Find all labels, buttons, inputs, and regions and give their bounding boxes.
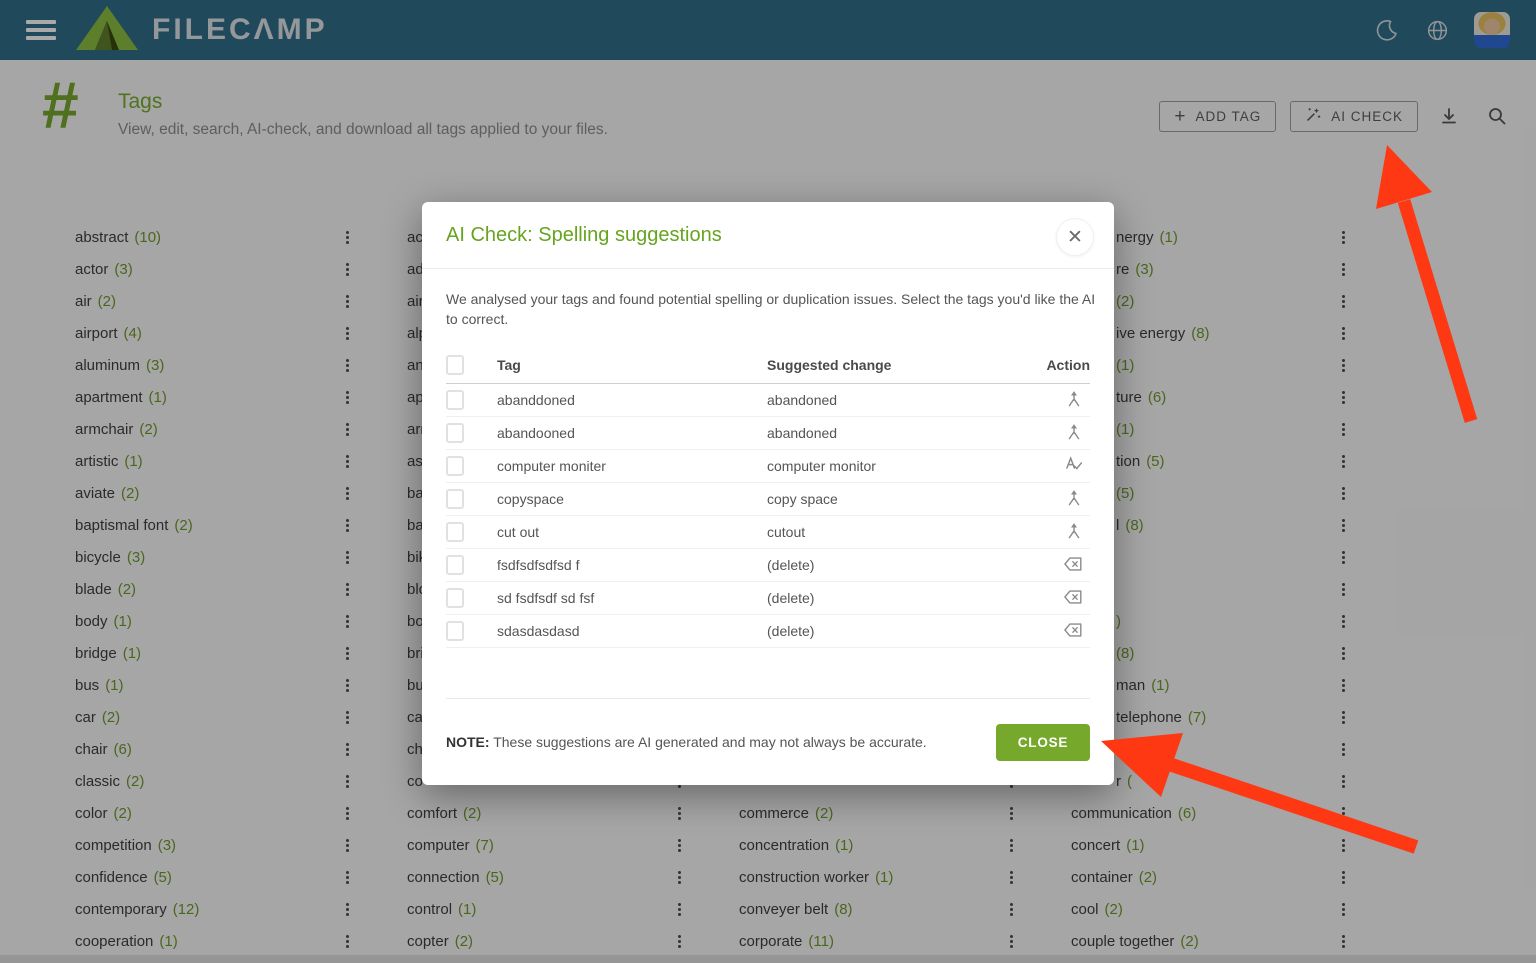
row-checkbox[interactable] bbox=[446, 423, 464, 443]
modal-footer: NOTE: These suggestions are AI generated… bbox=[446, 698, 1090, 785]
close-button[interactable]: CLOSE bbox=[996, 724, 1090, 761]
delete-icon bbox=[1062, 553, 1084, 578]
row-checkbox[interactable] bbox=[446, 456, 464, 476]
tag-cell: sd fsdfsdf sd fsf bbox=[497, 590, 767, 606]
tag-cell: computer moniter bbox=[497, 458, 767, 474]
select-all-checkbox[interactable] bbox=[446, 355, 464, 375]
modal-title: AI Check: Spelling suggestions bbox=[446, 224, 722, 247]
note-text: These suggestions are AI generated and m… bbox=[490, 734, 927, 750]
tag-cell: abanddoned bbox=[497, 392, 767, 408]
merge-icon bbox=[1064, 389, 1084, 412]
tag-cell: cut out bbox=[497, 524, 767, 540]
suggestion-row: sd fsdfsdf sd fsf(delete) bbox=[446, 582, 1090, 615]
filecamp-tags-page: { "colors": { "header_bg": "#2e6f8a", "b… bbox=[0, 0, 1536, 963]
suggestion-cell: abandoned bbox=[767, 392, 1028, 408]
delete-icon bbox=[1062, 619, 1084, 644]
suggestion-cell: cutout bbox=[767, 524, 1028, 540]
suggestion-row: computer monitercomputer monitor bbox=[446, 450, 1090, 483]
suggestion-row: cut outcutout bbox=[446, 516, 1090, 549]
suggestion-cell: (delete) bbox=[767, 623, 1028, 639]
row-checkbox[interactable] bbox=[446, 621, 464, 641]
modal-description: We analysed your tags and found potentia… bbox=[446, 289, 1090, 329]
suggestion-row: fsdfsdfsdfsd f(delete) bbox=[446, 549, 1090, 582]
tag-cell: fsdfsdfsdfsd f bbox=[497, 557, 767, 573]
suggestion-row: abanddonedabandoned bbox=[446, 384, 1090, 417]
row-checkbox[interactable] bbox=[446, 555, 464, 575]
ai-note: NOTE: These suggestions are AI generated… bbox=[446, 734, 927, 750]
modal-header: AI Check: Spelling suggestions bbox=[422, 202, 1114, 269]
suggestion-cell: (delete) bbox=[767, 590, 1028, 606]
tag-cell: copyspace bbox=[497, 491, 767, 507]
suggestion-row: abandoonedabandoned bbox=[446, 417, 1090, 450]
spellcheck-icon bbox=[1063, 454, 1084, 478]
description-line-1: We analysed your tags and found potentia… bbox=[446, 289, 1090, 309]
column-header-action: Action bbox=[1028, 357, 1090, 373]
suggestion-cell: (delete) bbox=[767, 557, 1028, 573]
merge-icon bbox=[1064, 422, 1084, 445]
delete-icon bbox=[1062, 586, 1084, 611]
suggestion-cell: copy space bbox=[767, 491, 1028, 507]
merge-icon bbox=[1064, 521, 1084, 544]
table-header-row: Tag Suggested change Action bbox=[446, 347, 1090, 384]
row-checkbox[interactable] bbox=[446, 588, 464, 608]
suggestion-cell: computer monitor bbox=[767, 458, 1028, 474]
suggestion-row: sdasdasdasd(delete) bbox=[446, 615, 1090, 648]
note-label: NOTE: bbox=[446, 734, 490, 750]
column-header-tag: Tag bbox=[497, 357, 767, 373]
suggestion-row: copyspacecopy space bbox=[446, 483, 1090, 516]
tag-cell: sdasdasdasd bbox=[497, 623, 767, 639]
column-header-suggestion: Suggested change bbox=[767, 357, 1028, 373]
row-checkbox[interactable] bbox=[446, 522, 464, 542]
ai-check-modal: AI Check: Spelling suggestions ✕ We anal… bbox=[422, 202, 1114, 785]
suggestion-cell: abandoned bbox=[767, 425, 1028, 441]
description-line-2: to correct. bbox=[446, 309, 1090, 329]
row-checkbox[interactable] bbox=[446, 390, 464, 410]
row-checkbox[interactable] bbox=[446, 489, 464, 509]
tag-cell: abandooned bbox=[497, 425, 767, 441]
suggestions-table: Tag Suggested change Action abanddonedab… bbox=[446, 347, 1090, 648]
merge-icon bbox=[1064, 488, 1084, 511]
modal-close-x-icon[interactable]: ✕ bbox=[1056, 218, 1094, 256]
